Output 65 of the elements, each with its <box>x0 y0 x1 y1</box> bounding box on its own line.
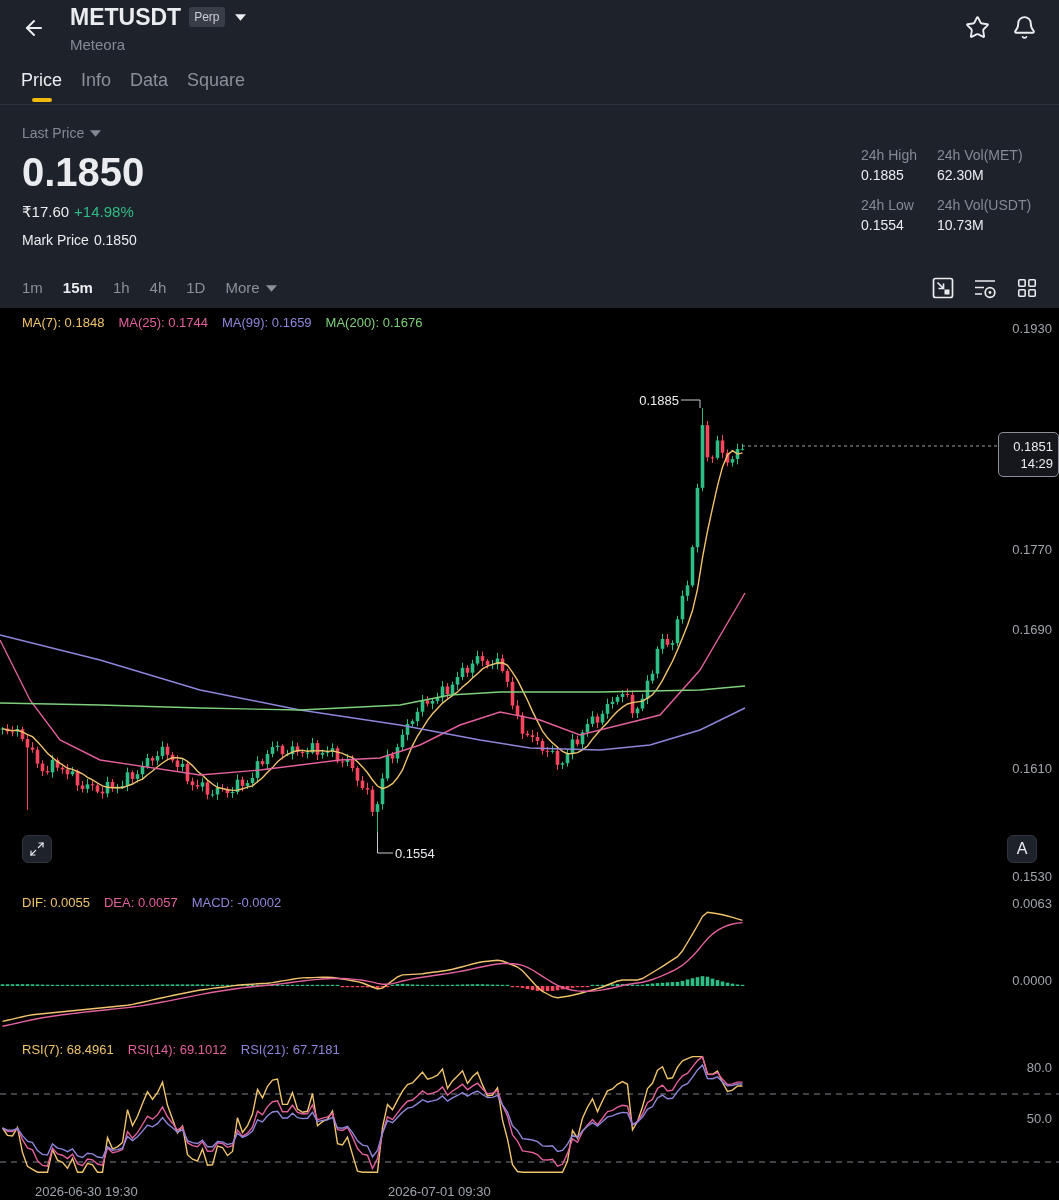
bell-icon[interactable] <box>1012 15 1037 40</box>
indicator-legend: RSI(7): 68.4961 <box>22 1042 114 1057</box>
indicator-legend: MA(7): 0.1848 <box>22 315 105 330</box>
rsi-axis-label: 80.0 <box>1026 1059 1052 1075</box>
stat-label: 24h Low <box>861 197 915 213</box>
expand-button[interactable] <box>22 835 52 863</box>
caret-icon[interactable] <box>234 13 246 21</box>
more-menu[interactable]: More <box>225 279 277 297</box>
leader-line <box>377 831 394 854</box>
chart-settings-icon[interactable] <box>974 277 996 299</box>
price-axis-label: 0.1690 <box>1012 621 1052 637</box>
countdown-timer: 14:29 <box>1020 455 1053 471</box>
symbol-title: METUSDT <box>70 4 182 30</box>
indicator-legend: MA(99): 0.1659 <box>222 315 312 330</box>
stat-label: 24h High <box>861 147 919 163</box>
indicator-legend: RSI(14): 69.1012 <box>127 1042 227 1057</box>
time-axis-label: 2026-07-01 09:30 <box>388 1184 491 1199</box>
low-price-label: 0.1554 <box>395 845 435 861</box>
current-price: 0.1851 <box>1013 438 1053 454</box>
high-price-label: 0.1885 <box>639 392 679 408</box>
rsi-axis-label: 50.0 <box>1026 1110 1052 1126</box>
macd-axis-label: 0.0063 <box>1012 895 1052 911</box>
indicator-legend: MACD: -0.0002 <box>191 895 282 910</box>
price-axis-label: 0.1530 <box>1012 868 1052 884</box>
project-name: Meteora <box>70 36 127 54</box>
stat-value: 10.73M <box>937 217 985 233</box>
leader-line <box>680 399 701 409</box>
interval-tab[interactable]: 1D <box>186 279 206 297</box>
contract-badge: Perp <box>189 7 225 27</box>
star-icon[interactable] <box>965 15 990 40</box>
time-axis-label: 2026-06-30 19:30 <box>35 1184 138 1199</box>
grid-icon[interactable] <box>1016 277 1038 299</box>
mark-price-label: Mark Price <box>22 231 89 249</box>
mark-price-value: 0.1850 <box>93 231 137 249</box>
tab[interactable]: Data <box>130 70 169 104</box>
indicator-legend: DEA: 0.0057 <box>103 895 178 910</box>
stat-label: 24h Vol(MET) <box>937 147 1024 163</box>
price-axis-label: 0.1770 <box>1012 541 1052 557</box>
price-change: +14.98% <box>74 203 134 221</box>
indicator-legend: MA(200): 0.1676 <box>325 315 423 330</box>
price-type-dropdown[interactable]: Last Price <box>22 125 102 141</box>
price-axis-label: 0.1930 <box>1012 320 1052 336</box>
indicator-legend: DIF: 0.0055 <box>22 895 90 910</box>
stat-value: 0.1885 <box>861 167 905 183</box>
price-axis-label: 0.1610 <box>1012 760 1052 776</box>
last-price: 0.1850 <box>22 149 145 195</box>
stat-value: 62.30M <box>937 167 985 183</box>
indicator-legend: MA(25): 0.1744 <box>118 315 208 330</box>
stat-label: 24h Vol(USDT) <box>937 197 1033 213</box>
tab[interactable]: Price <box>21 70 62 104</box>
tab[interactable]: Square <box>187 70 246 104</box>
caret-icon <box>90 129 102 137</box>
indicator-legend: RSI(21): 67.7181 <box>240 1042 340 1057</box>
interval-tab[interactable]: 1h <box>112 279 130 297</box>
caret-icon <box>265 284 277 292</box>
stat-value: 0.1554 <box>861 217 905 233</box>
interval-tab[interactable]: 15m <box>62 279 93 297</box>
expand-icon <box>29 841 45 857</box>
tab[interactable]: Info <box>81 70 112 104</box>
auto-scale-button[interactable]: A <box>1007 835 1037 863</box>
interval-tab[interactable]: 4h <box>149 279 167 297</box>
macd-axis-label: 0.0000 <box>1012 972 1052 988</box>
fiat-price: ₹17.60 <box>22 203 70 221</box>
interval-tab[interactable]: 1m <box>22 279 43 297</box>
picture-in-picture-icon[interactable] <box>932 277 954 299</box>
